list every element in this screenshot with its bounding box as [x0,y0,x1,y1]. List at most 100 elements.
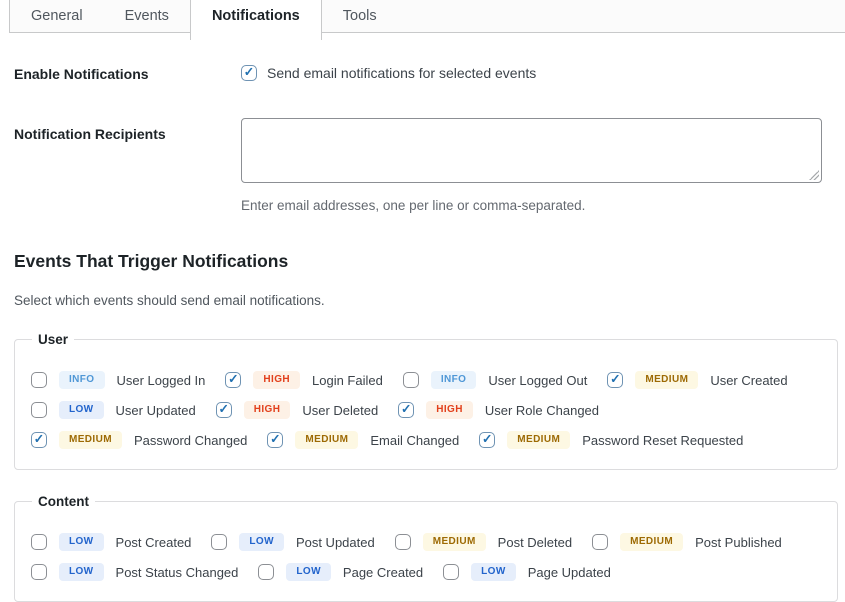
event-checkbox[interactable] [403,372,419,388]
severity-badge: HIGH [426,401,473,419]
event-group-user: UserINFOUser Logged In✓HIGHLogin FailedI… [14,332,838,470]
tab-tools[interactable]: Tools [322,0,398,33]
event-checkbox[interactable] [443,564,459,580]
enable-notifications-checkbox[interactable]: ✓ [241,65,257,81]
severity-badge: LOW [59,401,104,419]
notification-recipients-field: Enter email addresses, one per line or c… [241,118,822,213]
event-item[interactable]: MEDIUM Post Published [592,533,782,551]
event-checkbox[interactable] [211,534,227,550]
events-section-title: Events That Trigger Notifications [14,251,838,272]
tab-bar-filler [398,0,845,33]
recipients-textarea[interactable] [241,118,822,183]
severity-badge: HIGH [244,401,291,419]
event-checkbox[interactable] [592,534,608,550]
severity-badge: HIGH [253,371,300,389]
enable-notifications-toggle[interactable]: ✓ Send email notifications for selected … [241,64,536,82]
event-checkbox[interactable] [395,534,411,550]
enable-notifications-label: Enable Notifications [14,64,241,82]
event-row: LOWPost Status ChangedLOWPage CreatedLOW… [31,563,821,581]
severity-badge: INFO [431,371,477,389]
event-groups: UserINFOUser Logged In✓HIGHLogin FailedI… [14,332,838,602]
event-row: ✓ MEDIUM Password Changed ✓ MEDIUM Email Chan… [31,431,821,449]
event-item[interactable]: INFO User Logged In [31,371,205,389]
tab-general[interactable]: General [9,0,104,33]
notification-recipients-row: Notification Recipients Enter email addr… [14,118,838,213]
notification-recipients-label: Notification Recipients [14,118,241,213]
event-item[interactable]: LOW User Updated [31,401,196,419]
severity-badge: LOW [59,563,104,581]
event-checkbox[interactable] [31,402,47,418]
event-label: User Logged In [117,373,206,388]
recipients-help-text: Enter email addresses, one per line or c… [241,198,822,213]
severity-badge: MEDIUM [59,431,122,449]
event-label: User Logged Out [488,373,587,388]
event-row: LOW User Updated ✓ HIGH User Deleted ✓ HIGH Use… [31,401,821,419]
event-item[interactable]: LOWPost Created [31,533,191,551]
enable-notifications-row: Enable Notifications ✓ Send email notifi… [14,64,838,82]
event-label: Password Changed [134,433,247,448]
event-group-legend: Content [32,494,95,509]
event-checkbox[interactable]: ✓ [216,402,232,418]
tab-notifications[interactable]: Notifications [190,0,322,40]
event-checkbox[interactable] [258,564,274,580]
tab-events[interactable]: Events [104,0,190,33]
check-icon: ✓ [610,373,620,386]
event-checkbox[interactable]: ✓ [225,372,241,388]
event-label: Post Deleted [498,535,572,550]
event-label: Post Created [116,535,192,550]
event-item[interactable]: LOWPage Created [258,563,423,581]
event-label: Login Failed [312,373,383,388]
check-icon: ✓ [482,433,492,446]
event-item[interactable]: ✓ HIGH User Deleted [216,401,378,419]
event-label: User Deleted [302,403,378,418]
event-item[interactable]: LOWPost Updated [211,533,374,551]
enable-checkbox-slot: ✓ [241,65,257,81]
event-item[interactable]: ✓ HIGH User Role Changed [398,401,599,419]
event-item[interactable]: ✓MEDIUMPassword Reset Requested [479,431,743,449]
event-label: User Role Changed [485,403,599,418]
event-label: Page Created [343,565,423,580]
event-checkbox[interactable]: ✓ [267,432,283,448]
event-item[interactable]: ✓ MEDIUM Email Changed [267,431,459,449]
enable-notifications-checkbox-label: Send email notifications for selected ev… [267,65,536,81]
check-icon: ✓ [228,373,238,386]
settings-panel: Enable Notifications ✓ Send email notifi… [0,40,845,602]
event-item[interactable]: ✓ MEDIUM Password Changed [31,431,247,449]
check-icon: ✓ [401,403,411,416]
event-item[interactable]: LOW Page Updated [443,563,611,581]
event-row: INFO User Logged In ✓ HIGH Login Failed INFO U… [31,371,821,389]
event-label: User Updated [116,403,196,418]
event-item[interactable]: MEDIUM Post Deleted [395,533,572,551]
check-icon: ✓ [219,403,229,416]
severity-badge: LOW [239,533,284,551]
event-item[interactable]: LOW Post Status Changed [31,563,238,581]
event-item[interactable]: ✓ MEDIUM User Created [607,371,787,389]
severity-badge: INFO [59,371,105,389]
event-label: User Created [710,373,787,388]
event-label: Page Updated [528,565,611,580]
event-label: Post Published [695,535,782,550]
severity-badge: MEDIUM [635,371,698,389]
event-label: Password Reset Requested [582,433,743,448]
event-checkbox[interactable] [31,372,47,388]
severity-badge: LOW [471,563,516,581]
event-checkbox[interactable]: ✓ [479,432,495,448]
event-label: Post Status Changed [116,565,239,580]
severity-badge: MEDIUM [620,533,683,551]
check-icon: ✓ [244,66,254,79]
event-item[interactable]: INFO User Logged Out [403,371,588,389]
event-checkbox[interactable] [31,534,47,550]
severity-badge: MEDIUM [423,533,486,551]
event-row: LOWPost CreatedLOWPost UpdatedMEDIUMPost… [31,533,821,551]
tab-bar: GeneralEventsNotificationsTools [0,0,845,40]
event-checkbox[interactable]: ✓ [31,432,47,448]
event-checkbox[interactable]: ✓ [398,402,414,418]
event-label: Email Changed [370,433,459,448]
severity-badge: MEDIUM [295,431,358,449]
event-group-legend: User [32,332,74,347]
event-group-content: ContentLOWPost CreatedLOWPost UpdatedMED… [14,494,838,602]
event-item[interactable]: ✓ HIGH Login Failed [225,371,382,389]
check-icon: ✓ [34,433,44,446]
event-checkbox[interactable] [31,564,47,580]
event-checkbox[interactable]: ✓ [607,372,623,388]
